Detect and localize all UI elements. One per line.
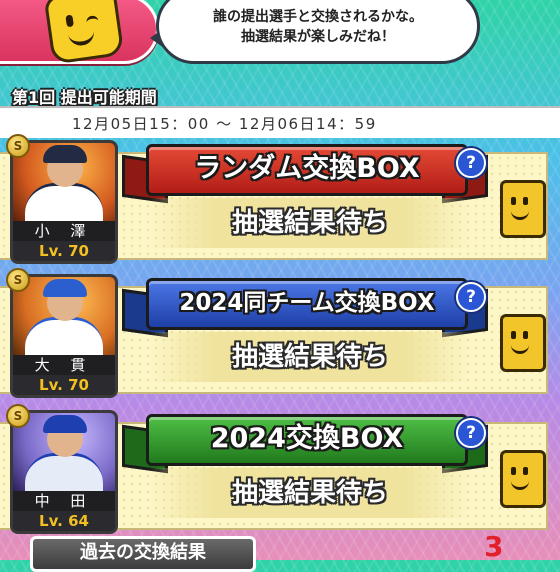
rank-badge-icon: S [6,134,30,158]
top-banner: 誰の提出選手と交換されるかな。 抽選結果が楽しみだね！ [0,0,560,72]
player-name: 小 澤 [13,221,115,241]
footer-count: 3 [484,530,504,563]
mascot-icon [43,0,125,65]
period-range-bar: 12月05日15：00 ～ 12月06日14：59 [0,106,560,138]
rank-badge-icon: S [6,404,30,428]
player-photo [13,143,115,226]
help-icon[interactable]: ? [456,282,486,312]
player-level: Lv. 70 [13,241,115,261]
rank-badge-icon: S [6,268,30,292]
help-icon[interactable]: ? [456,418,486,448]
player-level: Lv. 64 [13,511,115,531]
help-icon[interactable]: ? [456,148,486,178]
player-level: Lv. 70 [13,375,115,395]
exchange-row-same-team: 大 貫 Lv. 70 S 2024同チーム交換BOX ? 抽選結果待ち [0,268,560,398]
speech-line-1: 誰の提出選手と交換されるかな。 [213,9,423,25]
period-title: 第1回 提出可能期間 [12,88,157,107]
player-card[interactable]: 大 貫 Lv. 70 [10,274,118,398]
player-photo [13,413,115,496]
box-title-ribbon: 2024交換BOX [146,414,468,466]
speech-line-2: 抽選結果が楽しみだね！ [241,29,395,45]
period-range-text: 12月05日15：00 ～ 12月06日14：59 [72,115,377,133]
player-photo [13,277,115,360]
status-text: 抽選結果待ち [150,198,470,248]
exchange-row-2024: 中 田 Lv. 64 S 2024交換BOX ? 抽選結果待ち [0,404,560,534]
player-card[interactable]: 中 田 Lv. 64 [10,410,118,534]
player-card[interactable]: 小 澤 Lv. 70 [10,140,118,264]
mascot-button-icon[interactable] [500,450,546,508]
box-title-ribbon: 2024同チーム交換BOX [146,278,468,330]
past-results-button[interactable]: 過去の交換結果 [30,536,256,572]
mascot-button-icon[interactable] [500,180,546,238]
status-text: 抽選結果待ち [150,332,470,382]
exchange-row-random: 小 澤 Lv. 70 S ランダム交換BOX ? 抽選結果待ち [0,134,560,264]
status-text: 抽選結果待ち [150,468,470,518]
player-name: 中 田 [13,491,115,511]
box-title-ribbon: ランダム交換BOX [146,144,468,196]
player-name: 大 貫 [13,355,115,375]
speech-bubble: 誰の提出選手と交換されるかな。 抽選結果が楽しみだね！ [156,0,480,64]
mascot-button-icon[interactable] [500,314,546,372]
